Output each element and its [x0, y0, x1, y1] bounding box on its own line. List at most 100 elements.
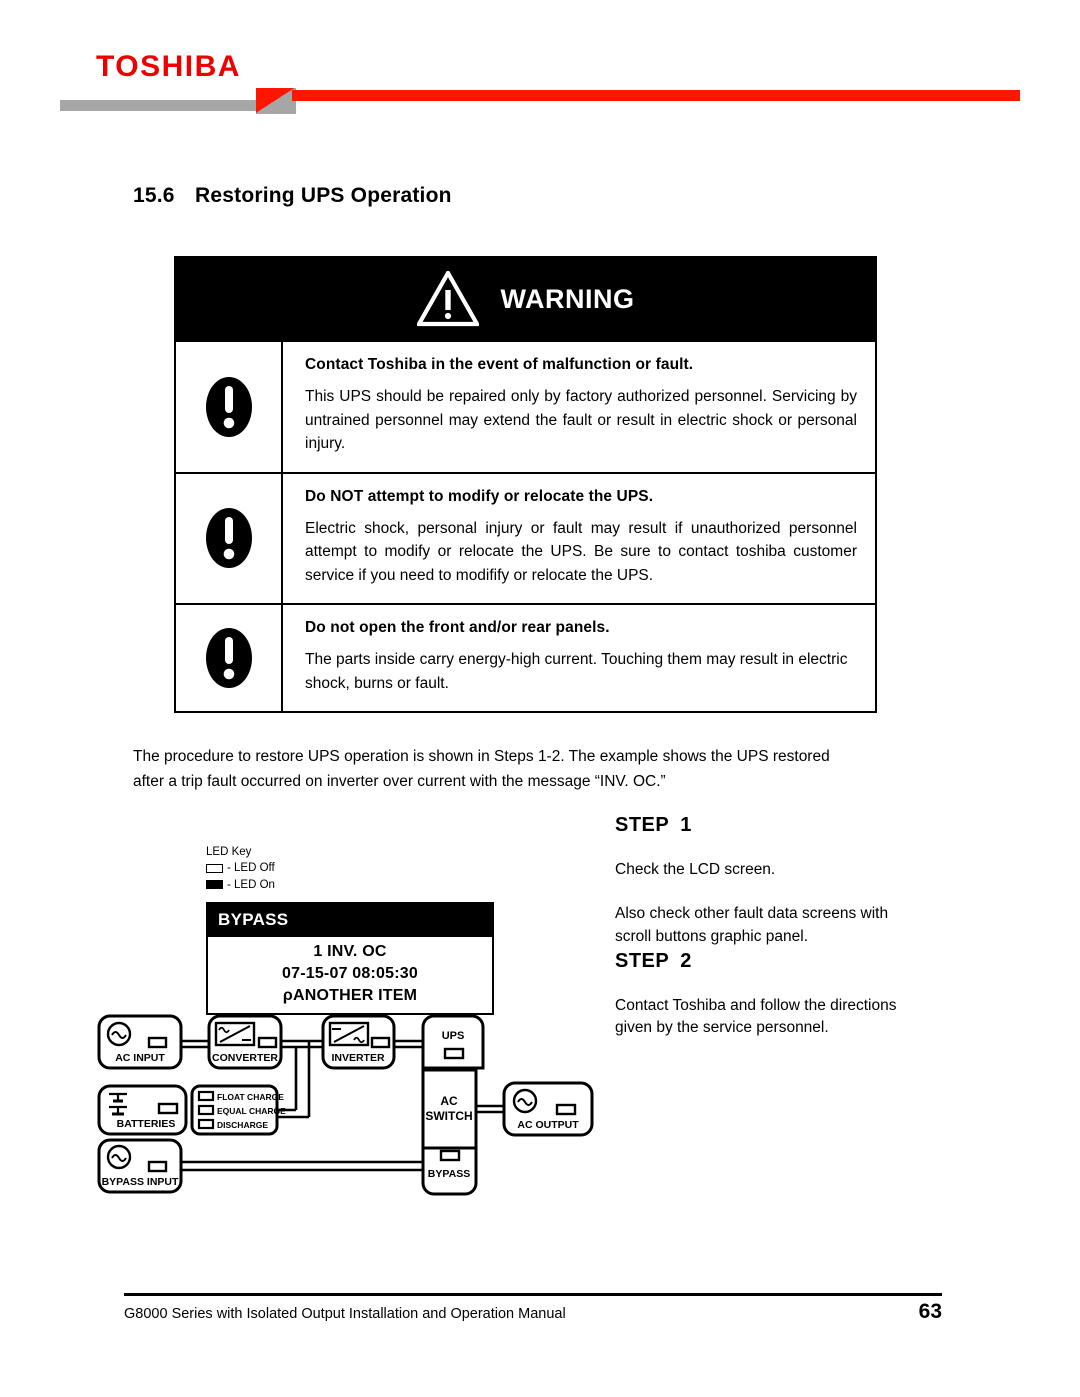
label-ac-input: AC INPUT [115, 1052, 165, 1064]
led-float-charge [197, 1090, 215, 1102]
warning-text: This UPS should be repaired only by fact… [305, 388, 857, 453]
led-batteries [157, 1102, 179, 1115]
diagram-block-batteries: BATTERIES [97, 1084, 188, 1136]
led-on-icon [206, 880, 223, 890]
led-off-icon [206, 864, 223, 874]
dc-to-ac-icon [328, 1021, 370, 1047]
exclamation-mark-icon [205, 628, 252, 689]
warning-text: Electric shock, personal injury or fault… [305, 519, 857, 584]
exclamation-mark-icon [205, 508, 252, 569]
warning-box: WARNING Contact Toshiba in the event of … [174, 256, 877, 714]
led-discharge [197, 1118, 215, 1130]
ups-block-diagram-svg: AC INPUT CONVERTER INVERTER UPS BATTERIE… [97, 1014, 594, 1196]
header-rule [60, 88, 1020, 114]
led-converter [257, 1036, 278, 1049]
diagram-block-converter: CONVERTER [207, 1014, 283, 1070]
led-ac-output [555, 1103, 577, 1116]
warning-row: Do not open the front and/or rear panels… [176, 603, 875, 712]
led-bypass [439, 1149, 461, 1162]
warning-banner-label: WARNING [500, 283, 635, 314]
label-float-charge: FLOAT CHARGE [217, 1092, 284, 1102]
step-2-line-1: Contact Toshiba and follow the direction… [615, 997, 897, 1014]
intro-paragraph: The procedure to restore UPS operation i… [133, 744, 945, 794]
led-bypass-input [147, 1160, 168, 1173]
warning-banner: WARNING [176, 258, 875, 340]
lcd-line-3: ρANOTHER ITEM [282, 986, 418, 1004]
intro-line-2: after a trip fault occurred on inverter … [133, 773, 666, 791]
warning-title: Do not open the front and/or rear panels… [305, 619, 610, 637]
label-ups: UPS [442, 1030, 465, 1042]
warning-icon-cell [176, 605, 283, 712]
step-1-line-1: Check the LCD screen. [615, 861, 776, 878]
toshiba-logo: TOSHIBA [96, 50, 241, 83]
diagram-block-bypass: BYPASS [421, 1146, 478, 1196]
diagram-block-ac-switch: AC SWITCH [421, 1068, 478, 1150]
label-converter: CONVERTER [212, 1052, 278, 1064]
label-ac-switch-2: SWITCH [425, 1109, 472, 1123]
label-ac-output: AC OUTPUT [517, 1119, 579, 1131]
warning-title: Do NOT attempt to modify or relocate the… [305, 487, 654, 505]
led-key-on-label: - LED On [227, 878, 275, 891]
label-inverter: INVERTER [331, 1052, 385, 1064]
step-1-line-2: Also check other fault data screens with [615, 905, 889, 923]
warning-icon-cell [176, 473, 283, 604]
footer-manual-title: G8000 Series with Isolated Output Instal… [124, 1306, 566, 1322]
led-ac-input [147, 1036, 168, 1049]
step-2-line-2: given by the service personnel. [615, 1019, 829, 1037]
warning-icon-cell [176, 342, 283, 472]
led-key-off-row: - LED Off [206, 861, 275, 875]
diagram-block-charge-states: FLOAT CHARGE EQUAL CHARGE DISCHARGE [190, 1084, 286, 1136]
header-rule-red [292, 90, 1020, 101]
footer-rule [124, 1293, 942, 1296]
header-rule-transition-red [256, 88, 296, 114]
label-batteries: BATTERIES [117, 1118, 176, 1130]
warning-body: Do not open the front and/or rear panels… [283, 605, 875, 711]
step-1-line-3: scroll buttons graphic panel. [615, 927, 809, 945]
header-rule-gray [60, 100, 260, 111]
lcd-body: 1 INV. OC 07-15-07 08:05:30 ρANOTHER ITE… [208, 937, 492, 1014]
label-bypass-input: BYPASS INPUT [102, 1176, 179, 1188]
lcd-line-1: 1 INV. OC [313, 943, 387, 960]
warning-row: Contact Toshiba in the event of malfunct… [176, 340, 875, 472]
diagram-block-bypass-input: BYPASS INPUT [97, 1138, 183, 1194]
footer-page-number: 63 [918, 1300, 942, 1323]
step-2-block: STEP 2 Contact Toshiba and follow the dir… [615, 950, 965, 1040]
step-2-number: 2 [680, 950, 692, 972]
led-equal-charge [197, 1104, 215, 1116]
intro-line-1: The procedure to restore UPS operation i… [133, 748, 830, 765]
led-key-off-label: - LED Off [227, 862, 275, 875]
step-1-block: STEP 1 Check the LCD screen. Also check o… [615, 814, 965, 948]
warning-body: Do NOT attempt to modify or relocate the… [283, 474, 875, 604]
section-title: Restoring UPS Operation [195, 184, 452, 207]
ups-block-diagram: AC INPUT CONVERTER INVERTER UPS BATTERIE… [96, 1010, 596, 1200]
diagram-block-ac-input: AC INPUT [97, 1014, 183, 1070]
section-number: 15.6 [133, 184, 175, 207]
led-inverter [370, 1036, 391, 1049]
led-key-on-row: - LED On [206, 878, 275, 892]
lcd-line-2: 07-15-07 08:05:30 [282, 964, 418, 982]
diagram-block-ac-output: AC OUTPUT [502, 1081, 594, 1137]
diagram-block-inverter: INVERTER [321, 1014, 396, 1070]
warning-title: Contact Toshiba in the event of malfunct… [305, 356, 694, 373]
led-key-title: LED Key [206, 846, 252, 858]
step-1-title: STEP 1 [615, 814, 965, 837]
warning-triangle-icon [416, 271, 479, 327]
step-1-number: 1 [680, 814, 692, 836]
label-discharge: DISCHARGE [217, 1120, 268, 1130]
label-bypass: BYPASS [428, 1168, 470, 1180]
step-2-title: STEP 2 [615, 950, 965, 973]
led-ups [443, 1047, 465, 1060]
exclamation-mark-icon [205, 376, 252, 437]
ac-sine-circle-icon [106, 1021, 132, 1047]
step-1-label: STEP [615, 814, 670, 836]
lcd-status-bar: BYPASS [208, 904, 492, 937]
label-equal-charge: EQUAL CHARGE [217, 1106, 286, 1116]
ac-sine-circle-icon [106, 1144, 132, 1170]
warning-text: The parts inside carry energy-high curre… [305, 651, 848, 692]
warning-body: Contact Toshiba in the event of malfunct… [283, 342, 875, 472]
ac-to-dc-icon [214, 1021, 256, 1047]
warning-row: Do NOT attempt to modify or relocate the… [176, 471, 875, 604]
section-heading: 15.6 Restoring UPS Operation [133, 184, 452, 208]
lcd-panel: BYPASS 1 INV. OC 07-15-07 08:05:30 ρANOT… [206, 902, 494, 1016]
step-2-label: STEP [615, 950, 670, 972]
